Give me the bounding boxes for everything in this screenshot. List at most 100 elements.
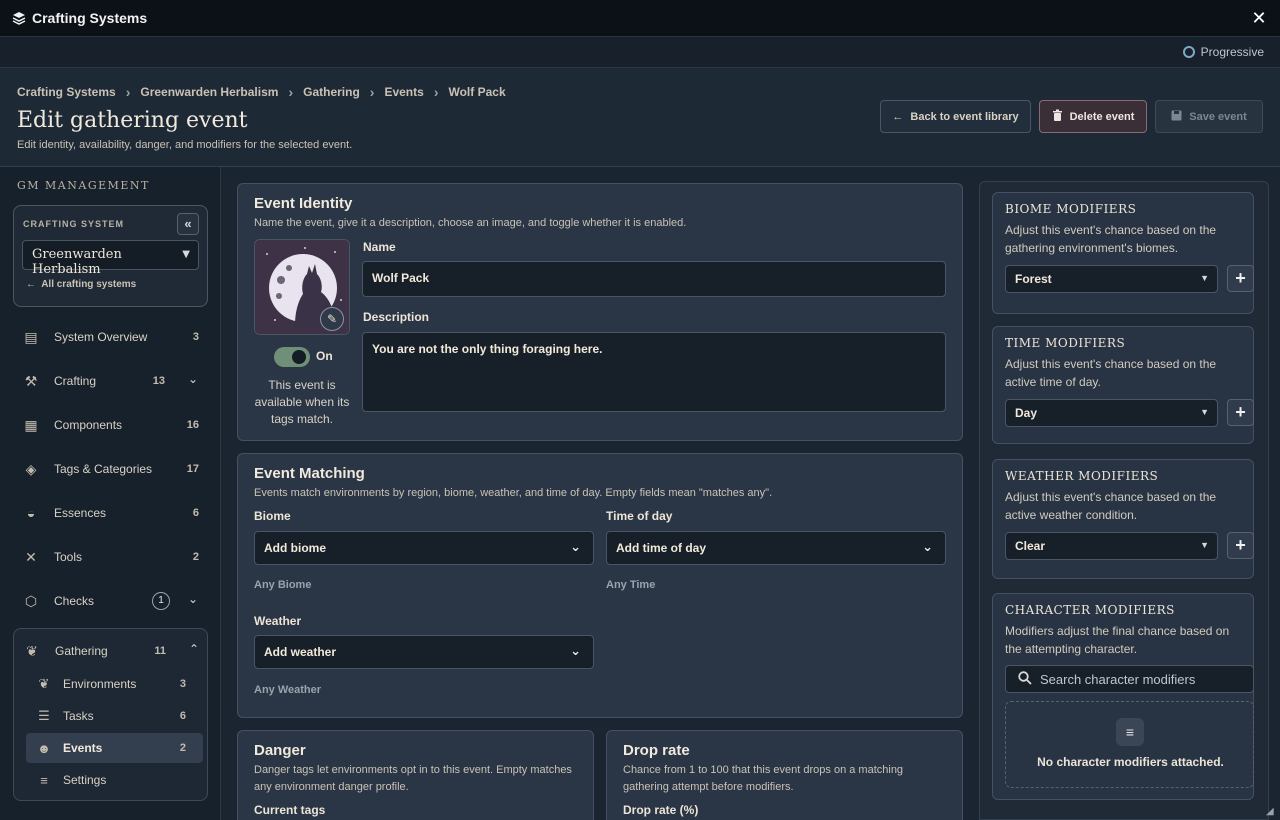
sidebar-item-system-overview[interactable]: ▤ System Overview 3 (13, 315, 208, 359)
save-event-button[interactable]: Save event (1155, 100, 1263, 133)
card-title: TIME MODIFIERS (1005, 336, 1126, 350)
breadcrumb-events[interactable]: Events (384, 85, 423, 99)
sidebar-item-label: Checks (54, 594, 95, 608)
biome-dropdown[interactable]: Add biome ⌄ (254, 531, 594, 565)
caret-down-icon: ▼ (1200, 540, 1209, 550)
trash-icon (1052, 109, 1063, 124)
time-hint: Any Time (606, 579, 656, 591)
resize-handle-icon[interactable]: ◢ (1266, 806, 1278, 818)
mortar-icon: ◒ (26, 505, 36, 521)
edit-image-button[interactable]: ✎ (320, 307, 344, 331)
hammer-icon: ⚒ (24, 373, 38, 389)
sidebar-item-count: 13 (152, 375, 165, 387)
time-placeholder: Add time of day (616, 541, 707, 555)
sidebar-item-count: 6 (192, 507, 199, 519)
checks-count-badge: 1 (152, 592, 170, 610)
window-titlebar: Crafting Systems ✕ (0, 0, 1280, 37)
character-modifier-search-input[interactable]: Search character modifiers (1005, 665, 1254, 693)
close-icon[interactable]: ✕ (1250, 9, 1268, 27)
page-header: Crafting Systems › Greenwarden Herbalism… (0, 68, 1280, 167)
sidebar-item-label: Crafting (54, 374, 97, 388)
sprout-icon: ❦ (26, 643, 38, 659)
biome-modifier-select[interactable]: Forest ▼ (1005, 265, 1218, 293)
name-input[interactable]: Wolf Pack (362, 261, 946, 297)
time-modifier-select[interactable]: Day ▼ (1005, 399, 1218, 427)
sidebar-item-label: Essences (54, 506, 107, 520)
sidebar-subitem-environments[interactable]: ❦ Environments 3 (26, 669, 203, 699)
weather-modifier-select[interactable]: Clear ▼ (1005, 532, 1218, 560)
chevron-right-icon: › (125, 84, 131, 100)
breadcrumb-system[interactable]: Greenwarden Herbalism (140, 85, 278, 99)
breadcrumb-gathering[interactable]: Gathering (303, 85, 360, 99)
sidebar-item-gathering[interactable]: ❦ Gathering 11 ⌃ (14, 629, 209, 673)
sidebar-subitem-settings[interactable]: ≡ Settings (26, 765, 203, 795)
description-textarea[interactable]: You are not the only thing foraging here… (362, 332, 946, 412)
biome-modifiers-card: BIOME MODIFIERS Adjust this event's chan… (992, 192, 1254, 314)
sidebar-item-checks[interactable]: ⬡ Checks 1 ⌄ (13, 579, 208, 623)
gathering-group: ❦ Gathering 11 ⌃ ❦ Environments 3 ☰ Task… (13, 628, 208, 801)
time-modifiers-card: TIME MODIFIERS Adjust this event's chanc… (992, 326, 1254, 444)
time-of-day-dropdown[interactable]: Add time of day ⌄ (606, 531, 946, 565)
search-placeholder: Search character modifiers (1040, 672, 1196, 687)
breadcrumb-crafting-systems[interactable]: Crafting Systems (17, 85, 116, 99)
crafting-system-select[interactable]: Greenwarden Herbalism ▼ (22, 240, 199, 277)
caret-down-icon: ▼ (182, 249, 190, 260)
card-title: CHARACTER MODIFIERS (1005, 603, 1175, 617)
sidebar-item-count: 2 (192, 551, 199, 563)
biome-label: Biome (254, 509, 291, 523)
card-description: Danger tags let environments opt in to t… (254, 764, 572, 793)
sidebar-item-essences[interactable]: ◒ Essences 6 (13, 491, 208, 535)
subitem-count: 6 (179, 710, 186, 722)
drop-rate-card: Drop rate Chance from 1 to 100 that this… (606, 730, 963, 820)
all-crafting-systems-link[interactable]: ← All crafting systems (26, 279, 136, 290)
enabled-toggle[interactable] (274, 347, 310, 367)
mask-icon: ☻ (37, 740, 51, 756)
card-title: Danger (254, 742, 306, 759)
sidebar-item-label: Gathering (55, 644, 108, 658)
save-label: Save event (1189, 110, 1247, 123)
card-description: Modifiers adjust the final chance based … (1005, 624, 1230, 656)
add-time-modifier-button[interactable]: + (1227, 399, 1254, 426)
chevron-down-icon[interactable]: ⌄ (188, 592, 198, 606)
add-biome-modifier-button[interactable]: + (1227, 265, 1254, 292)
back-to-library-button[interactable]: ← Back to event library (880, 100, 1031, 133)
breadcrumb: Crafting Systems › Greenwarden Herbalism… (17, 84, 506, 100)
back-label: Back to event library (910, 110, 1019, 123)
weather-modifier-value: Clear (1015, 539, 1046, 553)
sidebar-subitem-tasks[interactable]: ☰ Tasks 6 (26, 701, 203, 731)
add-weather-modifier-button[interactable]: + (1227, 532, 1254, 559)
breadcrumb-current: Wolf Pack (448, 85, 506, 99)
sidebar: GM MANAGEMENT CRAFTING SYSTEM « Greenwar… (0, 167, 221, 820)
sidebar-item-count: 17 (186, 463, 199, 475)
delete-event-button[interactable]: Delete event (1039, 100, 1147, 133)
empty-state: ≡ No character modifiers attached. (1005, 701, 1254, 788)
crafting-system-value: Greenwarden Herbalism (32, 247, 122, 277)
subitem-label: Events (63, 741, 103, 755)
sidebar-subitem-events[interactable]: ☻ Events 2 (26, 733, 203, 763)
event-identity-card: Event Identity Name the event, give it a… (237, 183, 963, 441)
description-label: Description (363, 310, 430, 324)
weather-dropdown[interactable]: Add weather ⌄ (254, 635, 594, 669)
sidebar-item-tools[interactable]: ✕ Tools 2 (13, 535, 208, 579)
chevron-up-icon[interactable]: ⌃ (189, 642, 199, 656)
mode-indicator[interactable]: Progressive (1182, 45, 1264, 59)
weather-modifiers-card: WEATHER MODIFIERS Adjust this event's ch… (992, 459, 1254, 579)
sidebar-item-label: Tags & Categories (54, 462, 153, 476)
sidebar-item-count: 16 (186, 419, 199, 431)
sidebar-item-tags[interactable]: ◈ Tags & Categories 17 (13, 447, 208, 491)
subitem-count: 3 (179, 678, 186, 690)
subitem-count: 2 (179, 742, 186, 754)
sidebar-heading: GM MANAGEMENT (17, 179, 150, 192)
mode-bar: Progressive (0, 37, 1280, 68)
time-modifier-value: Day (1015, 406, 1038, 420)
sidebar-item-count: 3 (192, 331, 199, 343)
current-tags-label: Current tags (254, 803, 326, 817)
card-title: Event Matching (254, 465, 365, 482)
sidebar-item-components[interactable]: ▦ Components 16 (13, 403, 208, 447)
collapse-sidebar-button[interactable]: « (177, 213, 199, 235)
sprout-icon: ❦ (38, 676, 50, 691)
sidebar-item-crafting[interactable]: ⚒ Crafting 13 ⌄ (13, 359, 208, 403)
chevron-down-icon[interactable]: ⌄ (188, 372, 198, 386)
subitem-label: Tasks (63, 709, 94, 723)
sliders-icon: ≡ (40, 772, 48, 788)
